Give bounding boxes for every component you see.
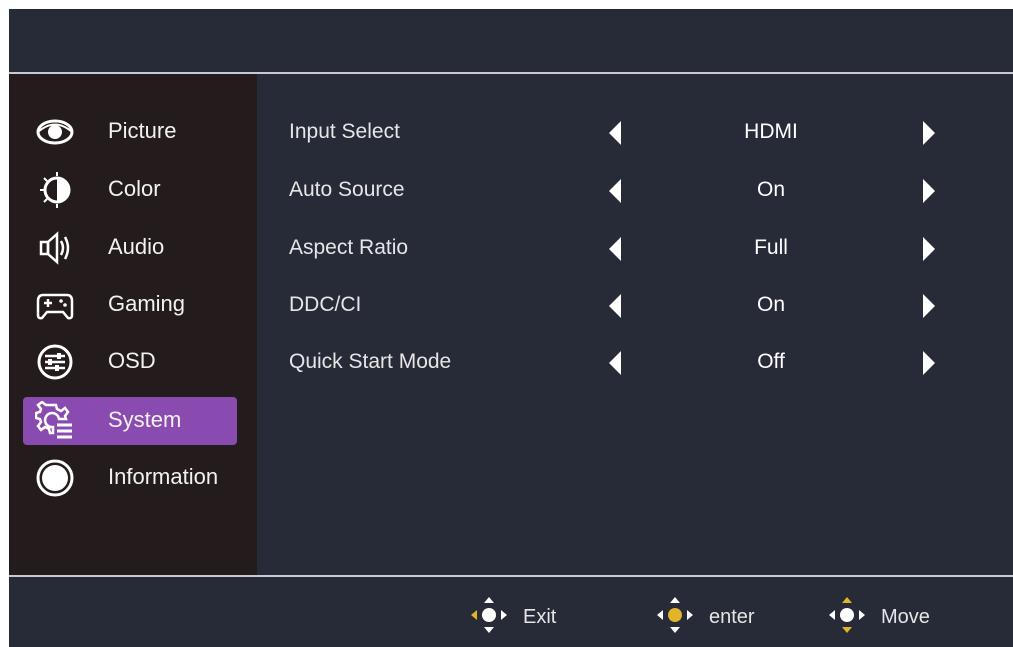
arrow-left-icon[interactable] xyxy=(607,178,623,204)
sidebar-item-label: Information xyxy=(108,464,219,489)
setting-row-auto-source[interactable]: Auto Source On xyxy=(257,170,1013,210)
sidebar-item-gaming[interactable]: Gaming xyxy=(23,281,237,329)
joystick-left-icon xyxy=(471,597,507,633)
arrow-left-icon[interactable] xyxy=(607,350,623,376)
setting-row-aspect-ratio[interactable]: Aspect Ratio Full xyxy=(257,228,1013,268)
sidebar-item-color[interactable]: Color xyxy=(23,166,237,214)
settings-panel: Input Select HDMI Auto Source On Aspect … xyxy=(257,74,1013,575)
sidebar-item-audio[interactable]: Audio xyxy=(23,224,237,272)
joystick-press-icon xyxy=(657,597,693,633)
hint-label: Exit xyxy=(523,606,557,628)
setting-label: Input Select xyxy=(289,120,400,143)
arrow-left-icon[interactable] xyxy=(607,236,623,262)
sidebar-item-picture[interactable]: Picture xyxy=(23,108,237,156)
osd-menu: Picture Color Audio Gaming OSD System In… xyxy=(9,9,1013,647)
sliders-icon xyxy=(37,344,73,380)
sidebar-item-system[interactable]: System xyxy=(23,397,237,445)
arrow-left-icon[interactable] xyxy=(607,293,623,319)
sidebar-item-label: OSD xyxy=(108,348,156,373)
arrow-right-icon[interactable] xyxy=(921,120,937,146)
system-gear-icon xyxy=(35,401,72,439)
color-icon xyxy=(40,172,71,208)
sidebar: Picture Color Audio Gaming OSD System In… xyxy=(9,74,257,575)
setting-label: Aspect Ratio xyxy=(289,236,409,259)
sidebar-item-information[interactable]: Information xyxy=(23,454,237,502)
sidebar-item-label: Gaming xyxy=(108,291,186,316)
arrow-left-icon[interactable] xyxy=(607,120,623,146)
hint-label: Move xyxy=(881,606,930,628)
setting-label: Quick Start Mode xyxy=(289,350,452,373)
sidebar-item-label: Color xyxy=(108,176,161,201)
setting-row-input-select[interactable]: Input Select HDMI xyxy=(257,112,1013,152)
setting-value: On xyxy=(756,178,785,201)
info-circle-icon xyxy=(36,459,74,497)
sidebar-item-label: Picture xyxy=(108,118,177,143)
sidebar-item-label: Audio xyxy=(108,234,165,259)
setting-value: Off xyxy=(757,350,785,373)
speaker-icon xyxy=(39,231,70,265)
arrow-right-icon[interactable] xyxy=(921,236,937,262)
setting-label: Auto Source xyxy=(289,178,405,201)
joystick-updown-icon xyxy=(829,597,865,633)
setting-row-quick-start-mode[interactable]: Quick Start Mode Off xyxy=(257,342,1013,382)
arrow-right-icon[interactable] xyxy=(921,350,937,376)
setting-value: HDMI xyxy=(744,120,798,143)
setting-value: Full xyxy=(754,236,788,259)
eye-icon xyxy=(36,119,74,145)
footer-hints: Exit enter Move xyxy=(9,577,1013,647)
setting-label: DDC/CI xyxy=(289,293,362,316)
arrow-right-icon[interactable] xyxy=(921,178,937,204)
sidebar-item-label: System xyxy=(108,407,182,432)
top-bar xyxy=(9,9,1013,72)
sidebar-item-osd[interactable]: OSD xyxy=(23,338,237,386)
hint-label: enter xyxy=(709,606,755,628)
arrow-right-icon[interactable] xyxy=(921,293,937,319)
setting-row-ddc-ci[interactable]: DDC/CI On xyxy=(257,285,1013,325)
setting-value: On xyxy=(756,293,785,316)
gamepad-icon xyxy=(36,293,74,320)
